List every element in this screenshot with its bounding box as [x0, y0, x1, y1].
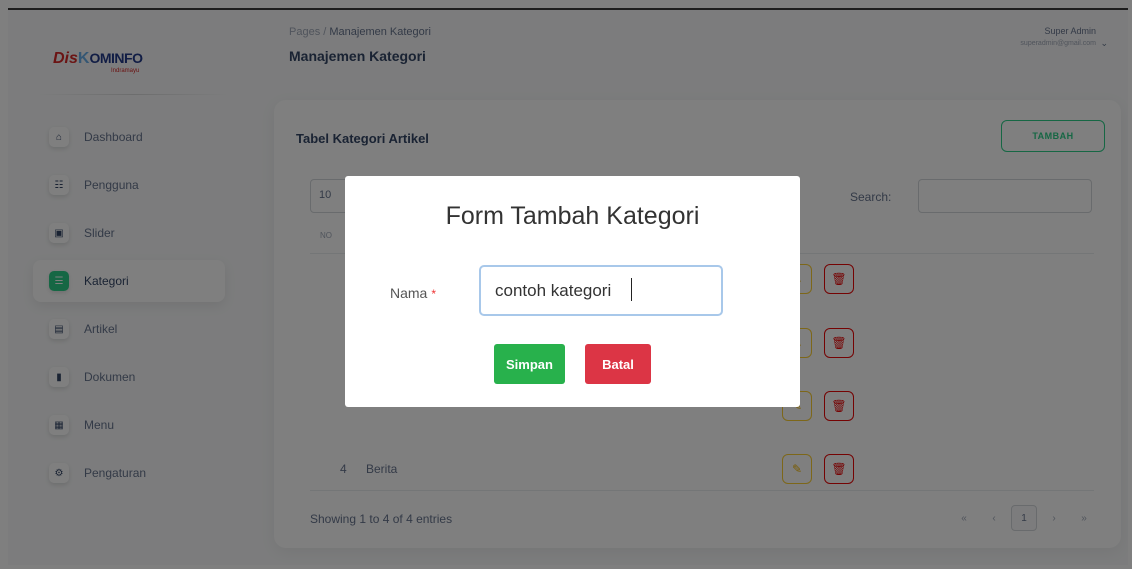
name-input[interactable] [479, 265, 723, 316]
name-field-label: Nama * [390, 285, 436, 301]
modal-title: Form Tambah Kategori [445, 202, 700, 230]
cancel-button[interactable]: Batal [585, 344, 651, 384]
required-mark: * [431, 287, 437, 301]
save-button[interactable]: Simpan [494, 344, 565, 384]
name-label-text: Nama [390, 285, 428, 301]
text-caret [631, 278, 632, 301]
add-category-modal: Form Tambah Kategori Nama* Simpan Batal [345, 176, 800, 407]
